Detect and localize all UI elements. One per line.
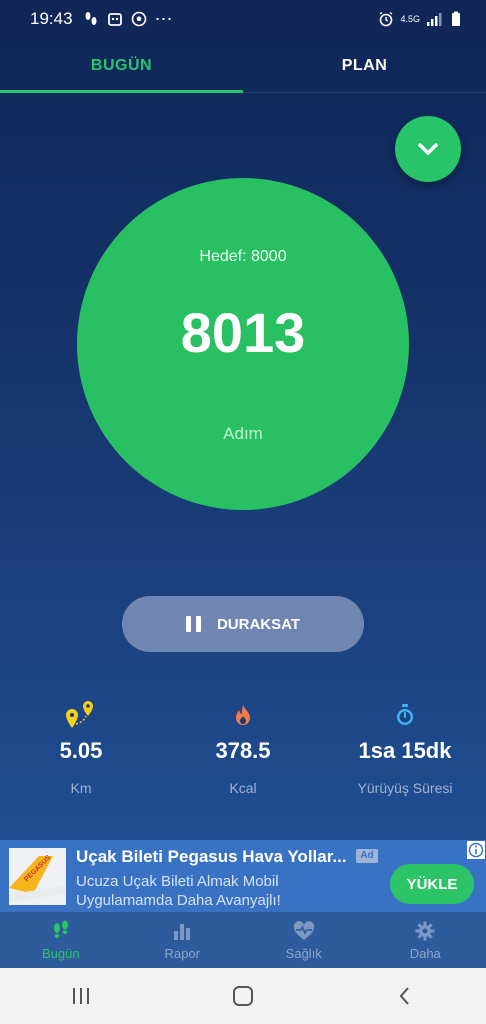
stopwatch-icon [397,704,413,725]
app-screen: 19:43 ⋯ 4.5G BUGÜN PLAN Hedef: 8000 8013… [0,0,486,1024]
football-notification-icon [131,11,146,27]
walking-time-value: 1sa 15dk [358,738,452,763]
pause-button[interactable]: DURAKSAT [122,596,364,652]
cat-notification-icon [107,13,122,26]
stat-walking-time: 1sa 15dk Yürüyüş Süresi [324,700,486,796]
calories-label: Kcal [229,780,257,796]
system-navigation-bar [0,968,486,1024]
signal-icon [427,13,442,26]
step-progress-circle: Hedef: 8000 8013 Adım [77,178,409,510]
system-status-icons: 4.5G [378,11,464,27]
walking-time-label: Yürüyüş Süresi [357,780,453,796]
footsteps-notification-icon [85,12,97,25]
step-unit: Adım [223,424,263,443]
flame-icon [236,705,250,725]
more-notifications-icon: ⋯ [154,8,173,29]
bar-chart-icon [174,923,191,940]
back-button[interactable] [375,976,435,1016]
stat-calories: 378.5 Kcal [162,700,324,796]
home-icon [233,986,253,1006]
step-count: 8013 [180,301,306,364]
calories-value: 378.5 [215,738,271,763]
location-pins-icon [66,701,93,728]
ad-info-icon[interactable] [467,841,485,859]
ad-title[interactable]: Uçak Bileti Pegasus Hava Yollar... [76,847,347,867]
expand-button[interactable] [395,116,461,182]
battery-icon [452,11,460,26]
ad-badge: Ad [356,849,378,863]
nav-health-label: Sağlık [285,945,322,961]
home-button[interactable] [213,976,273,1016]
tab-plan[interactable]: PLAN [243,38,486,94]
notification-icons: ⋯ [83,9,173,30]
ad-description-line2: Uygulamamda Daha Avanyajlı! [76,892,281,909]
pause-icon [185,616,201,632]
ad-image[interactable]: PEGASUS [9,848,66,905]
nav-report[interactable]: Rapor [122,912,244,968]
step-goal: Hedef: 8000 [199,248,287,265]
status-time: 19:43 [30,9,73,28]
gear-icon [415,921,435,940]
activity-stats: 5.05 Km 378.5 Kcal 1sa 15dk Yürüyüş Süre… [0,700,486,796]
stat-distance: 5.05 Km [0,700,162,796]
status-bar: 19:43 ⋯ 4.5G [0,0,486,38]
alarm-icon [380,11,393,27]
nav-more-label: Daha [409,945,441,961]
network-type: 4.5G [400,13,420,24]
footsteps-icon [53,920,68,938]
pause-button-label: DURAKSAT [216,615,301,633]
bottom-navigation: Bugün Rapor Sağlık Daha [0,912,486,968]
distance-label: Km [70,780,92,796]
ad-install-button[interactable]: YÜKLE [390,864,474,904]
chevron-down-icon [418,143,438,155]
distance-value: 5.05 [59,738,103,763]
recent-apps-icon [73,988,89,1004]
ad-description-line1: Ucuza Uçak Bileti Almak Mobil [76,873,279,890]
heart-pulse-icon [293,920,314,940]
nav-report-label: Rapor [164,945,200,961]
airplane-tail-icon: PEGASUS [9,848,66,905]
top-tabs: BUGÜN PLAN [0,38,486,94]
nav-health[interactable]: Sağlık [243,912,365,968]
ad-description: Ucuza Uçak Bileti Almak Mobil Uygulamamd… [76,872,281,910]
tab-today[interactable]: BUGÜN [0,38,243,94]
back-icon [399,987,409,1005]
nav-more[interactable]: Daha [365,912,486,968]
nav-today-label: Bugün [41,945,80,961]
tab-active-indicator [0,90,243,93]
nav-today[interactable]: Bugün [0,912,122,968]
recent-apps-button[interactable] [51,976,111,1016]
